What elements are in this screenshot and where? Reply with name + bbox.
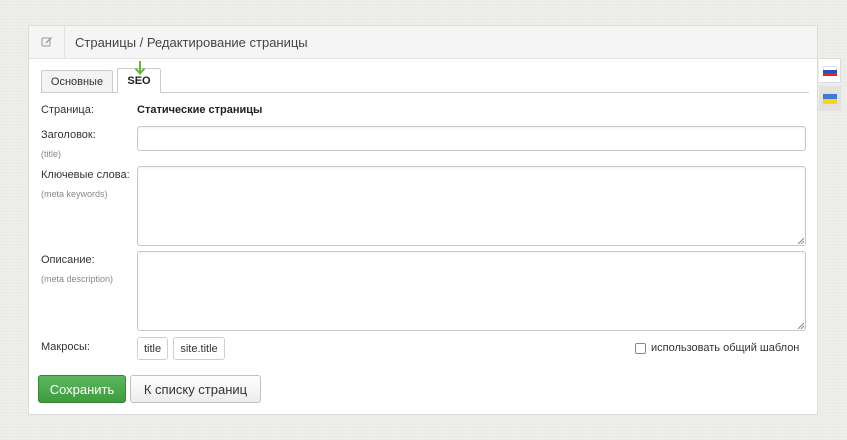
use-template-option[interactable]: использовать общий шаблон — [635, 342, 799, 354]
page-title: Страницы / Редактирование страницы — [75, 34, 308, 50]
keywords-label: Ключевые слова: — [41, 169, 130, 181]
macros-label: Макросы: — [41, 341, 90, 353]
language-ua[interactable] — [819, 86, 841, 111]
macro-site-title-button[interactable]: site.title — [173, 337, 225, 360]
annotation-arrow-icon — [134, 61, 146, 75]
save-button[interactable]: Сохранить — [38, 375, 126, 403]
tab-main[interactable]: Основные — [41, 70, 113, 92]
edit-page-panel: Страницы / Редактирование страницы Основ… — [28, 25, 818, 415]
language-ru[interactable] — [819, 58, 841, 83]
tab-bar: Основные SEO — [41, 68, 809, 93]
ru-flag-icon — [822, 65, 837, 76]
description-hint: (meta description) — [41, 274, 114, 284]
title-hint: (title) — [41, 149, 61, 159]
keywords-textarea[interactable] — [137, 166, 806, 246]
ua-flag-icon — [823, 93, 837, 104]
resize-grip-icon[interactable] — [797, 237, 804, 244]
description-textarea[interactable] — [137, 251, 806, 331]
title-input[interactable] — [137, 126, 806, 151]
macro-title-button[interactable]: title — [137, 337, 168, 360]
use-template-label: использовать общий шаблон — [651, 342, 800, 354]
page-value: Статические страницы — [137, 104, 263, 116]
use-template-checkbox[interactable] — [635, 342, 646, 354]
language-switcher — [819, 58, 841, 111]
resize-grip-icon[interactable] — [797, 322, 804, 329]
keywords-hint: (meta keywords) — [41, 189, 108, 199]
title-label: Заголовок: — [41, 129, 96, 141]
page-label: Страница: — [41, 104, 94, 116]
edit-icon — [29, 26, 65, 58]
description-label: Описание: — [41, 254, 95, 266]
panel-header: Страницы / Редактирование страницы — [29, 26, 817, 59]
back-to-list-button[interactable]: К списку страниц — [130, 375, 261, 403]
